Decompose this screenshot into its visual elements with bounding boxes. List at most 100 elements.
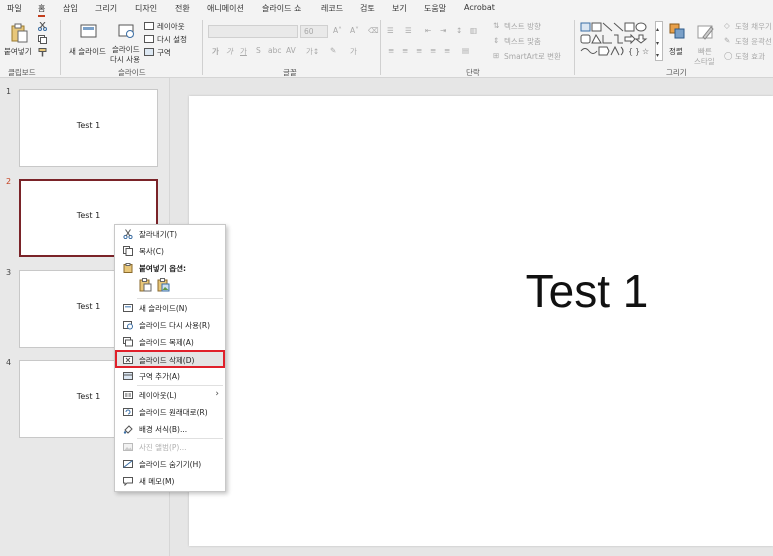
menu-item-reuse-slides[interactable]: 슬라이드 다시 사용(R) (115, 317, 225, 333)
slides-group-label: 슬라이드 (118, 68, 146, 77)
highlight-icon[interactable]: ✎ (330, 46, 336, 55)
new-slide-button[interactable]: 새 슬라이드 (66, 21, 110, 65)
thumbnail-title: Test 1 (76, 121, 101, 130)
hide-slide-icon (123, 460, 133, 468)
slide-thumbnail-1[interactable]: Test 1 (19, 89, 158, 167)
menu-item-paste-options: 붙여넣기 옵션: (115, 260, 225, 276)
reuse-slides-button[interactable]: 슬라이드 다시 사용 (110, 21, 142, 65)
tab-design[interactable]: 디자인 (135, 3, 157, 14)
tab-file[interactable]: 파일 (7, 3, 22, 14)
text-shadow-icon[interactable]: S (256, 46, 261, 55)
shape-outline-icon[interactable]: ✎ (724, 36, 730, 45)
columns-icon[interactable]: ▥ (470, 26, 477, 35)
menu-item-layout[interactable]: 레이아웃(L) › (115, 387, 225, 403)
shape-effects-icon[interactable]: ◯ (724, 51, 732, 60)
menu-item-reset-slide[interactable]: 슬라이드 원래대로(R) (115, 404, 225, 420)
char-spacing-icon[interactable]: AV (286, 46, 296, 55)
smartart-label[interactable]: SmartArt로 변환 (504, 51, 561, 62)
clipboard-icon (123, 263, 133, 273)
menu-item-hide-slide[interactable]: 슬라이드 숨기기(H) (115, 456, 225, 472)
layout-button[interactable]: 레이아웃 (144, 21, 196, 32)
align-left-icon[interactable]: ≡ (388, 46, 394, 55)
tab-insert[interactable]: 삽입 (63, 3, 78, 14)
clear-format-icon[interactable]: ⌫ (368, 26, 379, 35)
menu-item-label: 슬라이드 다시 사용(R) (139, 321, 211, 330)
font-size-box[interactable]: 60 (300, 25, 328, 38)
reset-label: 다시 설정 (157, 35, 187, 44)
tab-transitions[interactable]: 전환 (175, 3, 190, 14)
align-right-icon[interactable]: ≡ (416, 46, 422, 55)
tab-animations[interactable]: 애니메이션 (207, 3, 244, 14)
delete-slide-highlight-box (115, 350, 225, 368)
justify-icon[interactable]: ≡ (430, 46, 436, 55)
slide-canvas[interactable]: Test 1 (189, 96, 773, 546)
shape-fill-icon[interactable]: ◇ (724, 21, 730, 30)
tab-home[interactable]: 홈 (38, 3, 46, 17)
paste-button[interactable]: 붙여넣기 (4, 21, 34, 61)
tab-help[interactable]: 도움말 (424, 3, 446, 14)
smartart-icon[interactable]: ⊞ (493, 51, 499, 60)
align-text-label[interactable]: 텍스트 맞춤 (504, 36, 541, 47)
cut-icon[interactable] (38, 22, 47, 31)
underline-icon[interactable]: 가 (240, 46, 247, 57)
quick-styles-label-line2: 스타일 (694, 57, 715, 66)
italic-icon[interactable]: 가 (226, 46, 233, 57)
menu-item-cut[interactable]: 잘라내기(T) (115, 226, 225, 242)
paste-picture-icon[interactable] (157, 278, 170, 292)
increase-font-icon[interactable]: A˄ (333, 26, 342, 35)
menu-item-duplicate-slide[interactable]: 슬라이드 복제(A) (115, 334, 225, 350)
reset-button[interactable]: 다시 설정 (144, 34, 196, 45)
reuse-slides-label-line2: 다시 사용 (110, 55, 140, 64)
menu-item-label: 복사(C) (139, 247, 164, 256)
menu-item-label: 레이아웃(L) (139, 391, 177, 400)
paste-icon (11, 23, 28, 43)
shape-fill-label[interactable]: 도형 채우기 (735, 21, 772, 32)
increase-indent-icon[interactable]: ⇥ (440, 26, 446, 35)
paste-keep-source-icon[interactable] (139, 278, 152, 292)
quick-styles-button[interactable]: 빠른 스타일 (694, 21, 720, 66)
menu-item-new-slide[interactable]: 새 슬라이드(N) (115, 300, 225, 316)
line-spacing-icon[interactable]: ↕ (456, 26, 462, 35)
thumbnail-number: 4 (6, 358, 12, 367)
font-name-box[interactable] (208, 25, 298, 38)
align-center-icon[interactable]: ≡ (402, 46, 408, 55)
format-painter-icon[interactable] (38, 48, 47, 57)
menu-item-label: 슬라이드 숨기기(H) (139, 460, 202, 469)
shapes-gallery[interactable]: { } ☆ (580, 21, 660, 61)
section-button[interactable]: 구역 (144, 47, 196, 58)
tab-record[interactable]: 레코드 (321, 3, 343, 14)
add-section-icon (123, 372, 133, 380)
tab-acrobat[interactable]: Acrobat (464, 3, 495, 12)
tab-slide-show[interactable]: 슬라이드 쇼 (262, 3, 301, 14)
decrease-font-icon[interactable]: A˅ (350, 26, 359, 35)
shapes-gallery-scroll-icon[interactable]: ▴ ▾ ▾ (655, 21, 663, 61)
menu-item-label: 사진 앨범(P)... (139, 443, 187, 452)
strikethrough-icon[interactable]: abc (268, 46, 281, 55)
menu-item-add-section[interactable]: 구역 추가(A) (115, 368, 225, 384)
menu-item-format-background[interactable]: 배경 서식(B)... (115, 421, 225, 437)
align-text-icon[interactable]: ⇕ (493, 36, 499, 45)
tab-review[interactable]: 검토 (360, 3, 375, 14)
shape-effects-label[interactable]: 도형 효과 (735, 51, 765, 62)
decrease-indent-icon[interactable]: ⇤ (425, 26, 431, 35)
menu-item-copy[interactable]: 복사(C) (115, 243, 225, 259)
menu-item-label: 새 슬라이드(N) (139, 304, 188, 313)
distributed-icon[interactable]: ≡ (444, 46, 450, 55)
bold-icon[interactable]: 가 (212, 46, 219, 57)
arrange-icon (669, 23, 685, 39)
new-slide-icon (80, 24, 97, 38)
menu-item-new-comment[interactable]: 새 메모(M) (115, 473, 225, 489)
numbering-icon[interactable]: ☰ (405, 26, 412, 35)
text-direction-label[interactable]: 텍스트 방향 (504, 21, 541, 32)
tab-draw[interactable]: 그리기 (95, 3, 117, 14)
shape-outline-label[interactable]: 도형 윤곽선 (735, 36, 772, 47)
text-direction-icon[interactable]: ⇅ (493, 21, 499, 30)
slide-title[interactable]: Test 1 (189, 264, 773, 318)
change-case-icon[interactable]: 가↕ (306, 46, 319, 57)
font-color-icon[interactable]: 가 (350, 46, 357, 57)
copy-icon[interactable] (38, 35, 47, 44)
bullets-icon[interactable]: ☰ (387, 26, 394, 35)
column-settings-icon[interactable]: ▤ (462, 46, 469, 55)
arrange-button[interactable]: 정렬 (667, 21, 689, 65)
tab-view[interactable]: 보기 (392, 3, 407, 14)
